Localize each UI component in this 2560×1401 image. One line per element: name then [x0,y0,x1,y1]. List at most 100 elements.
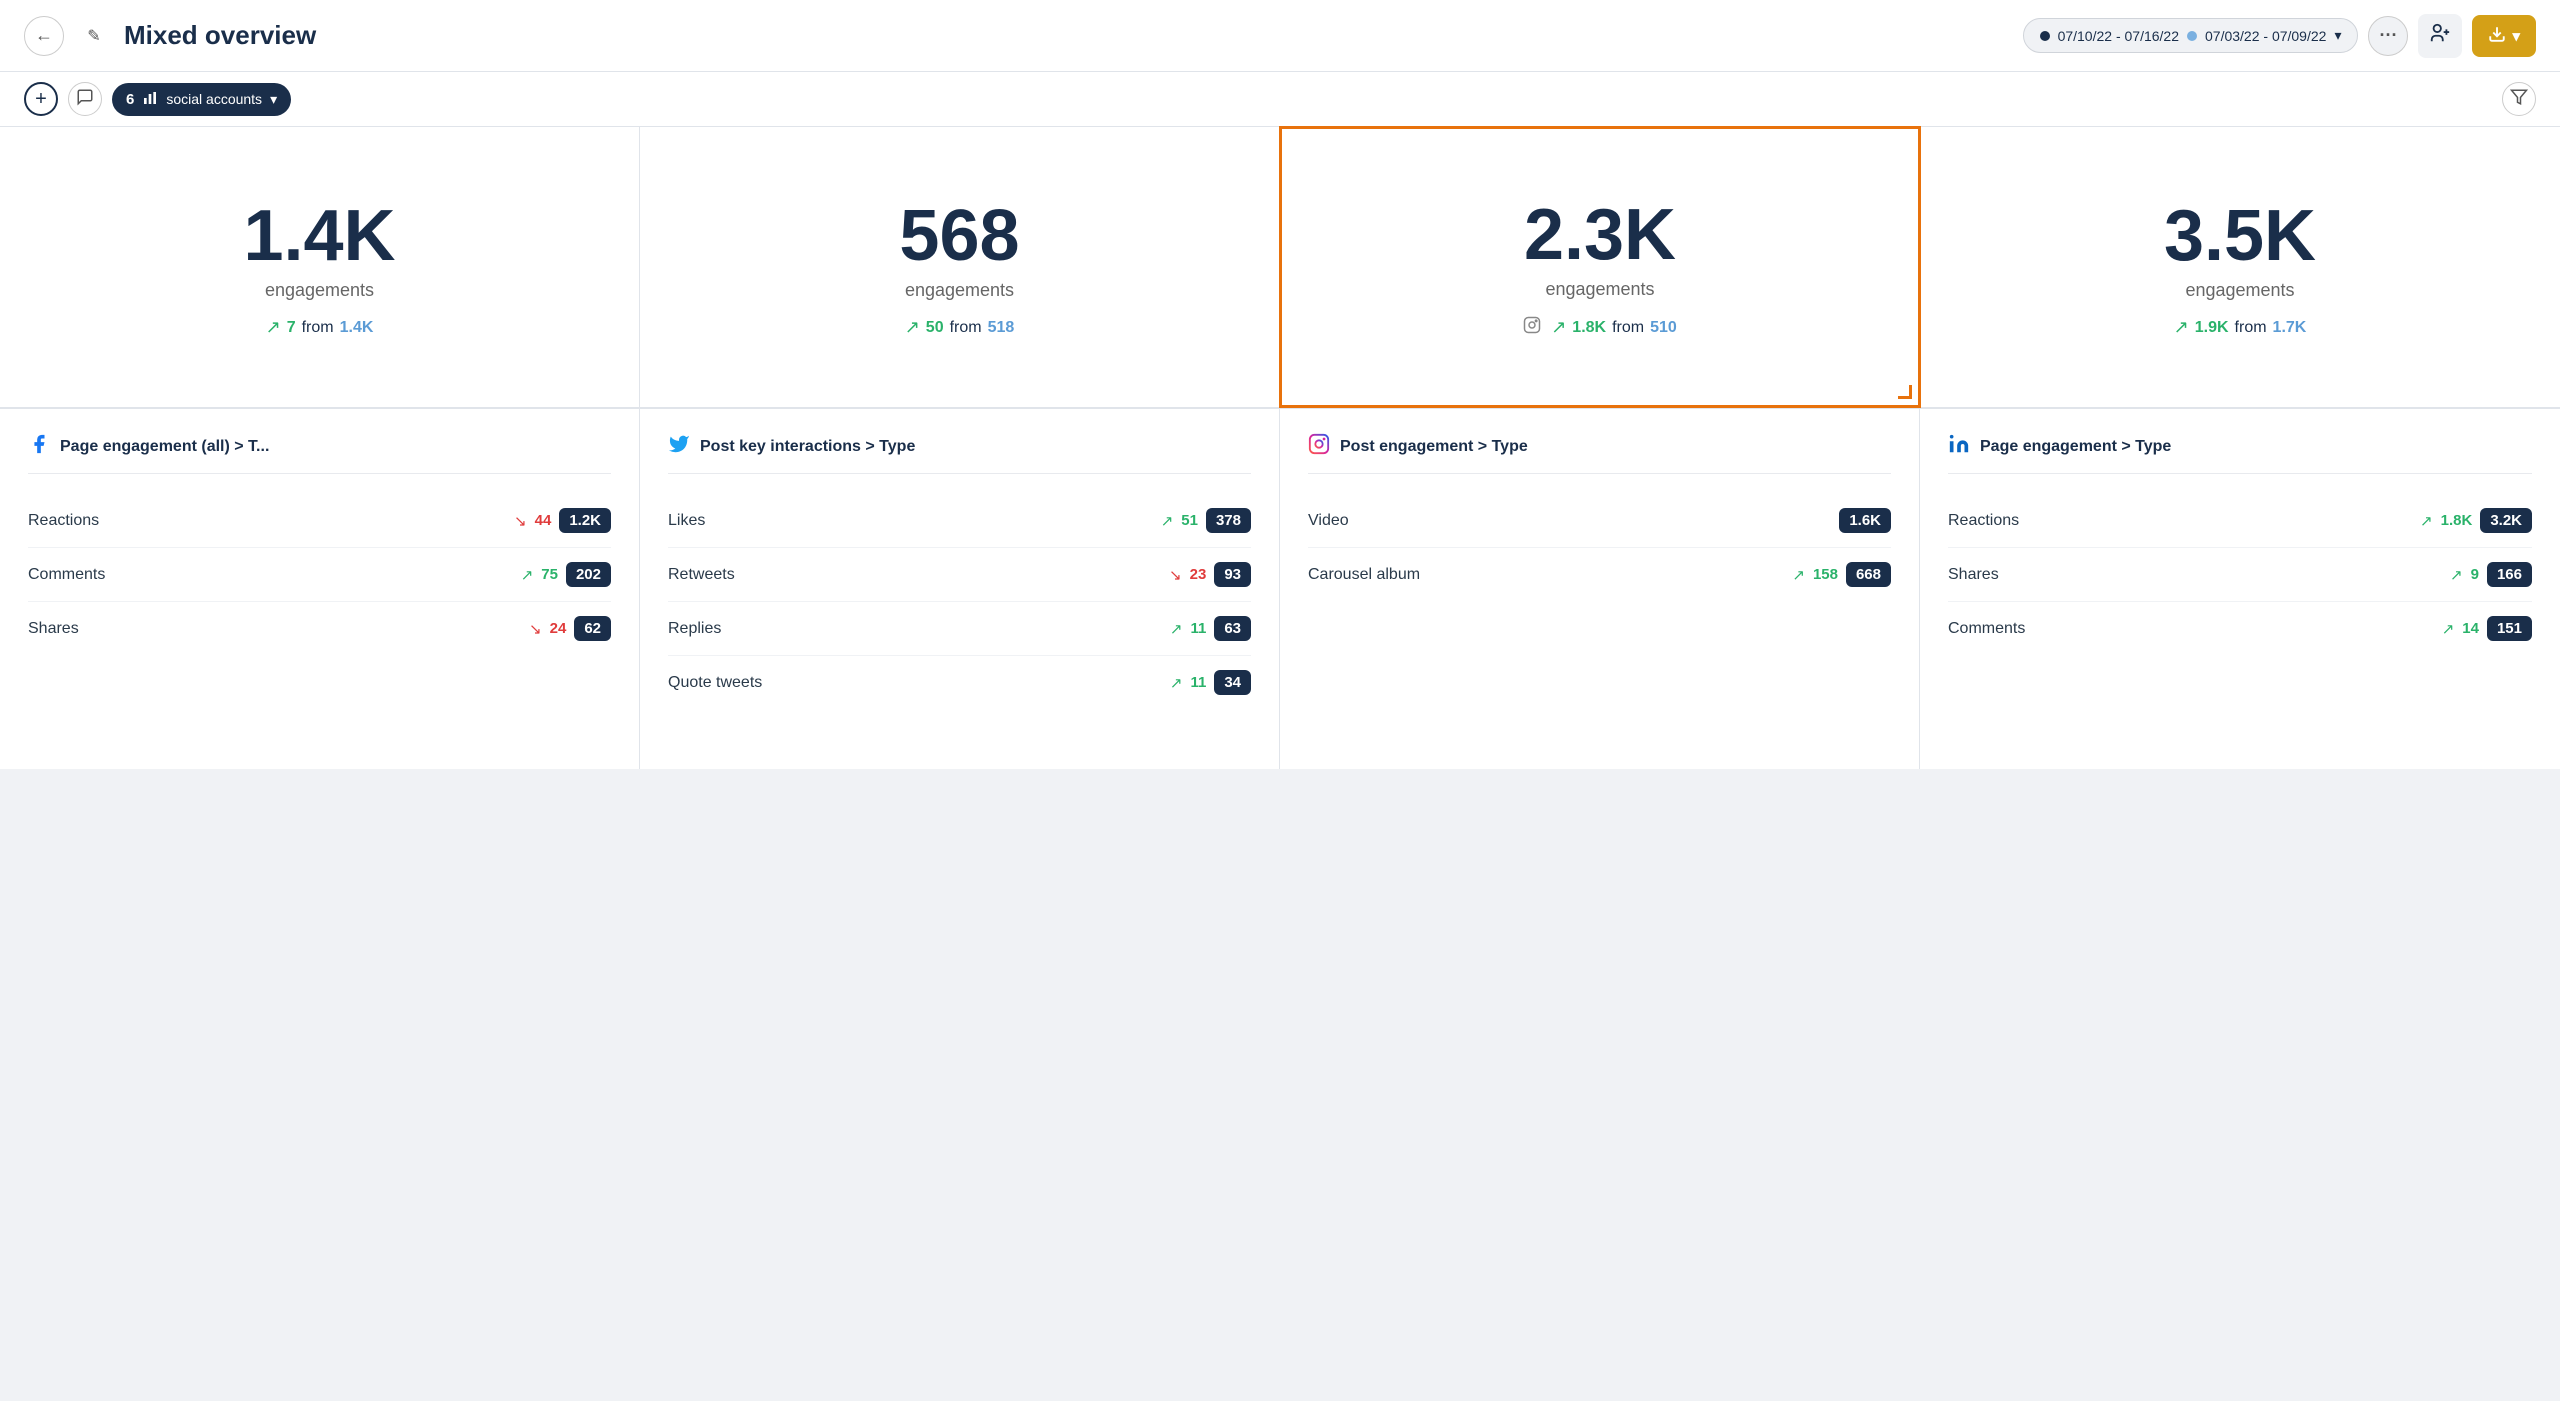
stat-label-2: engagements [1545,279,1654,300]
edit-button[interactable]: ✎ [76,18,112,54]
row-label: Retweets [668,566,735,584]
row-right: ↗ 14 151 [2442,616,2532,641]
date-prev: 07/03/22 - 07/09/22 [2205,28,2326,44]
date-range-button[interactable]: 07/10/22 - 07/16/22 07/03/22 - 07/09/22 … [2023,18,2359,53]
comment-button[interactable] [68,82,102,116]
widget-row-1-1: Retweets ↘ 23 93 [668,548,1251,602]
sub-header-left: + 6 social accounts ▾ [24,82,291,116]
widgets-row: Page engagement (all) > T... Reactions ↘… [0,408,2560,769]
row-label: Shares [28,620,79,638]
badge: 3.2K [2480,508,2532,533]
up-arrow-icon-3: ↗ [2174,317,2189,338]
add-widget-button[interactable]: + [24,82,58,116]
from-label-3: from [2235,319,2267,337]
change-prev-1: 518 [988,319,1015,337]
bar-chart-icon [142,90,158,109]
change-val: 24 [550,620,567,637]
twitter-icon [668,433,690,461]
change-prev-3: 1.7K [2273,319,2307,337]
widget-header-0: Page engagement (all) > T... [28,433,611,474]
badge: 166 [2487,562,2532,587]
down-arrow-icon: ↘ [529,620,542,638]
widget-title-0: Page engagement (all) > T... [60,438,269,456]
add-user-button[interactable] [2418,14,2462,58]
widget-row-2-1: Carousel album ↗ 158 668 [1308,548,1891,601]
stat-label-1: engagements [905,280,1014,301]
current-period-dot [2040,31,2050,41]
change-val: 23 [1190,566,1207,583]
highlight-corner [1898,385,1912,399]
change-val: 1.8K [2441,512,2473,529]
change-num-1: 50 [926,319,944,337]
linkedin-icon [1948,433,1970,461]
widget-row-0-2: Shares ↘ 24 62 [28,602,611,655]
comment-icon [76,88,94,111]
sub-header: + 6 social accounts ▾ [0,72,2560,127]
widget-row-1-3: Quote tweets ↗ 11 34 [668,656,1251,709]
row-right: ↘ 23 93 [1169,562,1251,587]
widget-card-2: Post engagement > Type Video 1.6K Carous… [1280,409,1920,769]
change-prev-2: 510 [1650,319,1677,337]
row-right: ↘ 24 62 [529,616,611,641]
row-label: Reactions [1948,512,2019,530]
page-title: Mixed overview [124,20,316,51]
change-val: 51 [1181,512,1198,529]
stat-card-2: 2.3K engagements ↗ 1.8K from 510 [1279,126,1921,408]
up-arrow-icon: ↗ [521,566,534,584]
social-chevron-icon: ▾ [270,91,277,108]
back-button[interactable]: ← [24,16,64,56]
widget-title-1: Post key interactions > Type [700,438,915,456]
widget-title-2: Post engagement > Type [1340,438,1528,456]
row-label: Reactions [28,512,99,530]
widget-row-0-1: Comments ↗ 75 202 [28,548,611,602]
up-arrow-icon: ↗ [1792,566,1805,584]
more-icon: ··· [2379,25,2397,46]
edit-icon: ✎ [87,26,100,46]
change-val: 75 [541,566,558,583]
more-options-button[interactable]: ··· [2368,16,2408,56]
row-label: Likes [668,512,705,530]
stat-label-0: engagements [265,280,374,301]
instagram-icon [1308,433,1330,461]
change-num-2: 1.8K [1572,319,1606,337]
social-accounts-button[interactable]: 6 social accounts ▾ [112,83,291,116]
stat-card-1: 568 engagements ↗ 50 from 518 [640,127,1280,407]
change-num-3: 1.9K [2195,319,2229,337]
widget-row-3-1: Shares ↗ 9 166 [1948,548,2532,602]
widget-row-3-2: Comments ↗ 14 151 [1948,602,2532,655]
badge: 34 [1214,670,1251,695]
change-val: 11 [1190,620,1206,637]
row-label: Replies [668,620,721,638]
chevron-down-icon: ▾ [2334,27,2341,44]
down-arrow-icon: ↘ [514,512,527,530]
widget-row-3-0: Reactions ↗ 1.8K 3.2K [1948,494,2532,548]
badge: 1.6K [1839,508,1891,533]
stat-card-3: 3.5K engagements ↗ 1.9K from 1.7K [1920,127,2560,407]
row-right: ↘ 44 1.2K [514,508,611,533]
badge: 63 [1214,616,1251,641]
header: ← ✎ Mixed overview 07/10/22 - 07/16/22 0… [0,0,2560,72]
row-label: Carousel album [1308,566,1420,584]
badge: 93 [1214,562,1251,587]
back-icon: ← [35,25,53,46]
filter-icon [2510,88,2528,111]
change-prev-0: 1.4K [340,319,374,337]
row-right: 1.6K [1839,508,1891,533]
stat-label-3: engagements [2185,280,2294,301]
badge: 1.2K [559,508,611,533]
widget-row-1-0: Likes ↗ 51 378 [668,494,1251,548]
add-icon: + [35,88,47,111]
widget-row-2-0: Video 1.6K [1308,494,1891,548]
export-icon [2488,25,2506,47]
widget-title-3: Page engagement > Type [1980,438,2171,456]
export-button[interactable]: ▾ [2472,15,2536,57]
widget-card-0: Page engagement (all) > T... Reactions ↘… [0,409,640,769]
row-right: ↗ 11 63 [1170,616,1251,641]
row-right: ↗ 9 166 [2450,562,2532,587]
change-val: 14 [2462,620,2479,637]
change-val: 11 [1190,674,1206,691]
export-chevron: ▾ [2512,27,2520,45]
widget-header-1: Post key interactions > Type [668,433,1251,474]
filter-button[interactable] [2502,82,2536,116]
row-right: ↗ 158 668 [1792,562,1891,587]
